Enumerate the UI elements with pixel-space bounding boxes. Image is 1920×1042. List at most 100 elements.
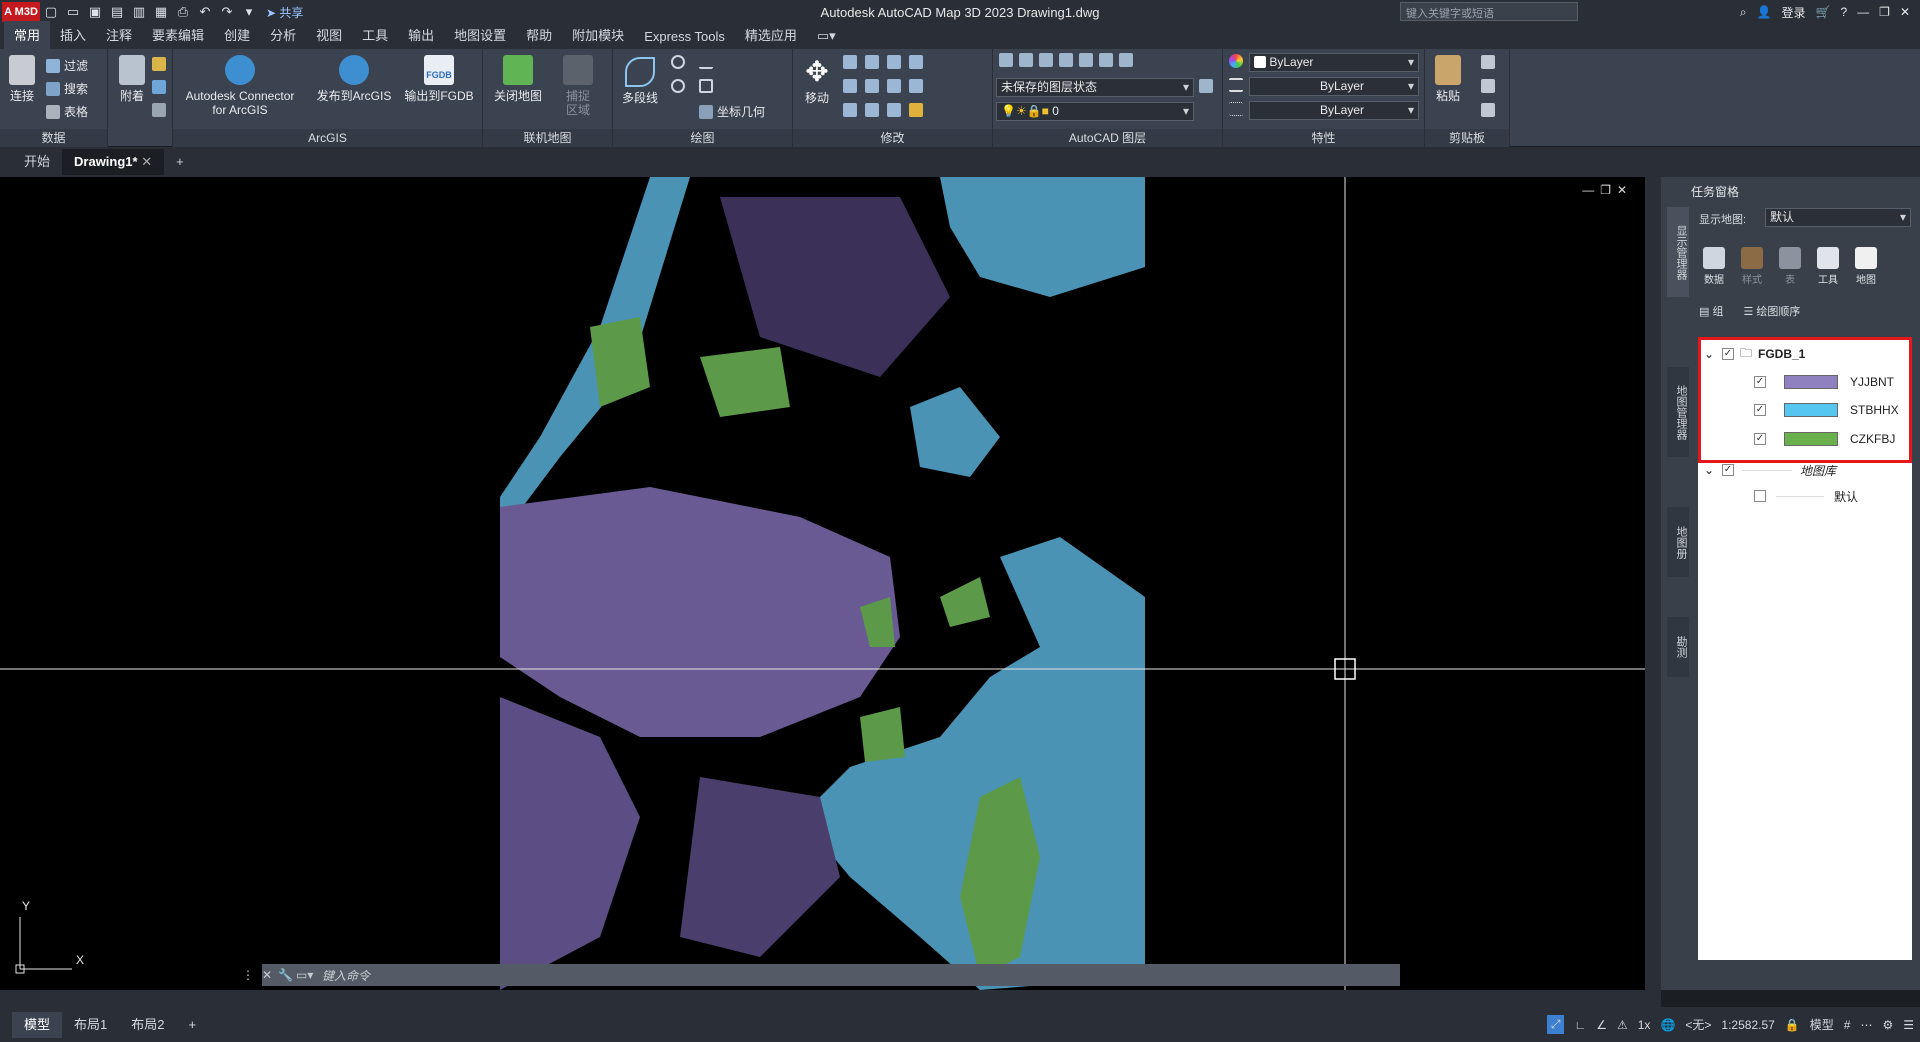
- tool-b[interactable]: [152, 80, 166, 94]
- matchclip-tool[interactable]: [1481, 103, 1495, 117]
- linetype-control[interactable]: [1229, 78, 1243, 92]
- add-layout-button[interactable]: +: [176, 1012, 208, 1038]
- help-icon[interactable]: ?: [1840, 5, 1847, 19]
- connector-button[interactable]: Autodesk Connector for ArcGIS: [175, 55, 305, 117]
- app-logo[interactable]: A M3D: [2, 2, 40, 22]
- filter-button[interactable]: 过滤: [46, 57, 88, 74]
- layer-manager-tool[interactable]: [1199, 79, 1213, 93]
- ribbon-tab[interactable]: 分析: [260, 21, 306, 49]
- export-fgdb-button[interactable]: FGDB 输出到FGDB: [399, 55, 479, 103]
- ribbon-tab[interactable]: 视图: [306, 21, 352, 49]
- settings-icon[interactable]: ⚙: [1882, 1018, 1893, 1032]
- vtab-map-explorer[interactable]: 地图管理器: [1667, 367, 1689, 457]
- modify-tools-row3[interactable]: [843, 103, 923, 117]
- ribbon-tab[interactable]: 注释: [96, 21, 142, 49]
- task-tool-0[interactable]: 数据: [1699, 247, 1729, 286]
- search-input[interactable]: 键入关键字或短语: [1400, 2, 1578, 21]
- user-icon[interactable]: 👤: [1757, 5, 1772, 19]
- lock-icon[interactable]: 🔒: [1785, 1018, 1800, 1032]
- undo-icon[interactable]: ↶: [194, 4, 216, 20]
- expand-chevron-icon[interactable]: ⌄: [1704, 463, 1722, 477]
- coord-system[interactable]: <无>: [1685, 1016, 1711, 1033]
- panel-modify-title[interactable]: 修改: [793, 129, 992, 147]
- layout-tab-1[interactable]: 布局1: [62, 1012, 119, 1038]
- coord-geom-button[interactable]: 坐标几何: [699, 103, 765, 120]
- circle-tool[interactable]: [671, 79, 685, 93]
- save-icon[interactable]: ▣: [84, 4, 106, 20]
- minimize-icon[interactable]: —: [1857, 5, 1869, 19]
- cmd-close-icon[interactable]: ✕: [262, 968, 278, 982]
- map-scale-value[interactable]: 1:2582.57: [1721, 1018, 1774, 1032]
- cart-icon[interactable]: 🛒: [1816, 5, 1831, 19]
- angle-icon[interactable]: ∠: [1596, 1018, 1607, 1032]
- task-tool-1[interactable]: 样式: [1737, 247, 1767, 286]
- ortho-icon[interactable]: ∟: [1574, 1018, 1586, 1032]
- ribbon-tab[interactable]: 输出: [398, 21, 444, 49]
- login-link[interactable]: 登录: [1782, 4, 1806, 21]
- capture-area-button[interactable]: 捕捉 区域: [553, 55, 603, 117]
- plot-icon[interactable]: ⎙: [172, 4, 194, 20]
- command-input[interactable]: 键入命令: [322, 967, 370, 984]
- layer-dropdown[interactable]: 💡☀🔒■ 0: [996, 102, 1194, 121]
- copy-tool[interactable]: [1481, 79, 1495, 93]
- zoom-value[interactable]: 1x: [1638, 1018, 1651, 1032]
- ribbon-tab[interactable]: 要素编辑: [142, 21, 214, 49]
- lineweight-control[interactable]: [1229, 102, 1243, 116]
- tab-start[interactable]: 开始: [12, 149, 62, 175]
- new-tab-button[interactable]: +: [164, 149, 196, 175]
- task-tool-4[interactable]: 地图: [1851, 247, 1881, 286]
- viewport-controls[interactable]: —❐✕: [1582, 183, 1633, 197]
- panel-draw-title[interactable]: 绘图: [613, 129, 792, 147]
- linetype-dropdown[interactable]: ByLayer: [1249, 77, 1419, 96]
- map-library-checkbox[interactable]: ✓: [1722, 464, 1734, 476]
- arc-tool[interactable]: [671, 55, 685, 69]
- restore-icon[interactable]: ❐: [1879, 5, 1890, 19]
- ribbon-tab[interactable]: 精选应用: [735, 21, 807, 49]
- default-checkbox[interactable]: [1754, 490, 1766, 502]
- group-button[interactable]: ▤ 组: [1699, 303, 1723, 319]
- ribbon-tab[interactable]: 附加模块: [562, 21, 634, 49]
- cut-tool[interactable]: [1481, 55, 1495, 69]
- panel-layers-title[interactable]: AutoCAD 图层: [993, 129, 1222, 147]
- layer-state-dropdown[interactable]: 未保存的图层状态: [996, 78, 1194, 97]
- new-icon[interactable]: ▢: [40, 4, 62, 20]
- task-tool-2[interactable]: 表: [1775, 247, 1805, 286]
- draw-order-button[interactable]: ☰ 绘图顺序: [1743, 303, 1800, 319]
- cmd-wrench-icon[interactable]: 🔧: [278, 968, 296, 982]
- publish-arcgis-button[interactable]: 发布到ArcGIS: [313, 55, 395, 103]
- modify-tools-row1[interactable]: [843, 55, 923, 69]
- ribbon-tab[interactable]: Express Tools: [634, 25, 735, 49]
- horizontal-scrollbar[interactable]: [0, 990, 1661, 1007]
- search-data-button[interactable]: 搜索: [46, 80, 88, 97]
- task-tool-3[interactable]: 工具: [1813, 247, 1843, 286]
- share-button[interactable]: ➤ 共享: [266, 4, 303, 21]
- redo-icon[interactable]: ↷: [216, 4, 238, 20]
- customize-icon[interactable]: ▾: [238, 4, 260, 20]
- ribbon-tab[interactable]: 创建: [214, 21, 260, 49]
- snap-icon[interactable]: ⤢: [1546, 1015, 1565, 1034]
- lineweight-dropdown[interactable]: ByLayer: [1249, 101, 1419, 120]
- save-web-icon[interactable]: ▦: [150, 4, 172, 20]
- saveas-icon[interactable]: ▤: [106, 4, 128, 20]
- globe-icon[interactable]: 🌐: [1660, 1018, 1675, 1032]
- anno-scale-icon[interactable]: ⚠: [1617, 1018, 1628, 1032]
- ribbon-tab[interactable]: 插入: [50, 21, 96, 49]
- menu-icon[interactable]: ☰: [1903, 1018, 1914, 1032]
- tab-drawing1[interactable]: Drawing1* ✕: [62, 149, 165, 175]
- model-toggle[interactable]: 模型: [1810, 1016, 1834, 1033]
- paste-button[interactable]: 粘贴: [1429, 55, 1467, 103]
- panel-properties-title[interactable]: 特性: [1223, 129, 1424, 147]
- polyline-button[interactable]: 多段线: [617, 57, 663, 105]
- color-control[interactable]: [1229, 54, 1243, 68]
- ribbon-tab[interactable]: 常用: [4, 21, 51, 49]
- tab-close-icon[interactable]: ✕: [141, 154, 152, 169]
- drawing-viewport[interactable]: Y X —❐✕: [0, 177, 1645, 990]
- ribbon-tab-overflow-icon[interactable]: ▭▾: [807, 24, 846, 49]
- modify-tools-row2[interactable]: [843, 79, 923, 93]
- line-tool[interactable]: [699, 55, 713, 69]
- cmd-recent-icon[interactable]: ▭▾: [296, 968, 322, 982]
- vtab-map-book[interactable]: 地图册: [1667, 507, 1689, 577]
- vtab-display-manager[interactable]: 显示管理器: [1667, 207, 1689, 297]
- ribbon-tab[interactable]: 帮助: [516, 21, 562, 49]
- ribbon-tab[interactable]: 工具: [352, 21, 398, 49]
